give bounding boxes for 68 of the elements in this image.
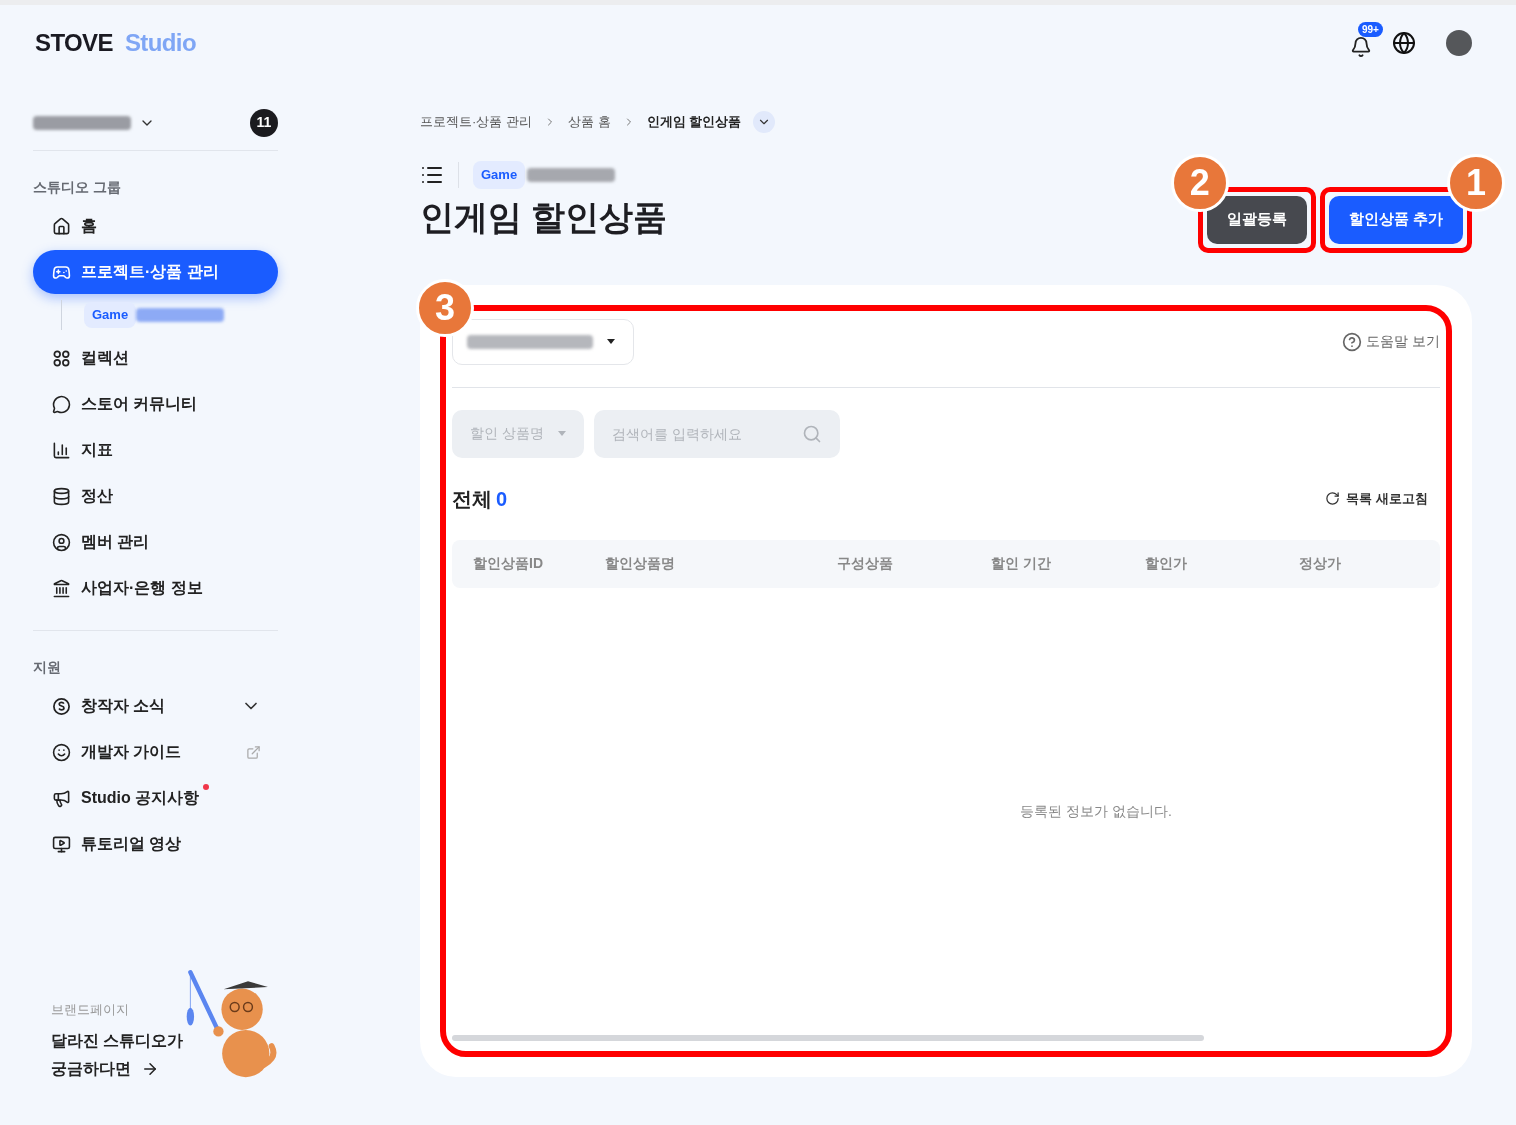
total-label: 전체 <box>452 486 492 512</box>
sidebar-item[interactable]: 멤버 관리 <box>33 520 278 564</box>
megaphone-icon <box>52 788 71 808</box>
callout-number-badge: 3 <box>416 278 474 337</box>
help-link[interactable]: 도움말 보기 <box>1366 331 1440 352</box>
refresh-link[interactable]: 목록 새로고침 <box>1346 488 1428 509</box>
promo-text: 달라진 스튜디오가 <box>51 1031 184 1051</box>
promo-eyebrow: 브랜드페이지 <box>51 1000 130 1019</box>
callout-number-badge: 2 <box>1170 153 1229 212</box>
database-icon <box>52 486 71 506</box>
notification-bell-icon[interactable] <box>1350 36 1372 58</box>
sidebar-item[interactable]: 홈 <box>33 204 278 248</box>
home-icon <box>52 216 71 236</box>
bank-icon <box>52 578 71 598</box>
bar-chart-icon <box>52 440 71 460</box>
column-header: 할인상품명 <box>605 554 676 573</box>
notification-count-badge: 99+ <box>1358 22 1383 37</box>
video-icon <box>52 834 71 854</box>
sidebar-item[interactable]: 창작자 소식 <box>33 684 278 728</box>
sidebar-group-title: 스튜디오 그룹 <box>33 178 121 197</box>
column-header: 할인 기간 <box>991 554 1052 573</box>
column-header: 할인가 <box>1145 554 1188 573</box>
sidebar-item[interactable]: 정산 <box>33 474 278 518</box>
sidebar-group-title: 지원 <box>33 658 61 677</box>
caret-icon <box>607 339 615 344</box>
sidebar-item[interactable]: Studio 공지사항 <box>33 776 278 820</box>
horizontal-scrollbar[interactable] <box>452 1034 1204 1041</box>
studio-count-badge: 11 <box>250 108 278 137</box>
breadcrumb-dropdown-button[interactable] <box>753 111 776 133</box>
sidebar-item[interactable]: 튜토리얼 영상 <box>33 822 278 866</box>
total-count: 0 <box>496 486 508 512</box>
user-circle-icon <box>52 532 71 552</box>
breadcrumb-link[interactable]: 인게임 할인상품 <box>646 112 742 132</box>
smile-icon <box>52 742 71 762</box>
add-button[interactable]: 할인상품 추가 <box>1328 195 1463 244</box>
project-select[interactable] <box>452 318 634 365</box>
coin-icon <box>52 696 71 716</box>
external-link-icon <box>246 744 261 760</box>
refresh-icon <box>1325 491 1341 506</box>
sidebar-item[interactable]: 스토어 커뮤니티 <box>33 382 278 426</box>
empty-message: 등록된 정보가 없습니다. <box>1020 801 1172 821</box>
breadcrumb-link[interactable]: 프로젝트·상품 관리 <box>420 112 532 132</box>
breadcrumb-link[interactable]: 상품 홈 <box>567 112 611 132</box>
column-header: 할인상품ID <box>473 554 544 573</box>
callout-number-badge: 1 <box>1447 153 1505 212</box>
sidebar-item[interactable]: 사업자·은행 정보 <box>33 566 278 610</box>
chat-bubble-icon <box>52 394 71 414</box>
sidebar-item[interactable]: 개발자 가이드 <box>33 730 278 774</box>
column-header: 정상가 <box>1299 554 1342 573</box>
caret-icon <box>558 431 566 436</box>
logo-product: Studio <box>124 28 196 58</box>
avatar[interactable] <box>1446 30 1472 56</box>
sidebar-item[interactable]: 컬렉션 <box>33 336 278 380</box>
arrow-right-icon[interactable] <box>141 1060 159 1078</box>
search-icon <box>802 423 822 444</box>
column-header: 구성상품 <box>837 554 894 573</box>
promo-text: 궁금하다면 <box>51 1059 131 1079</box>
game-tag: Game <box>84 302 137 328</box>
four-circles-icon <box>52 348 71 368</box>
search-field[interactable]: 검색어를 입력하세요 <box>594 409 840 458</box>
sidebar-item[interactable]: 지표 <box>33 428 278 472</box>
sidebar-item[interactable]: 프로젝트·상품 관리 <box>33 250 278 294</box>
globe-icon[interactable] <box>1392 31 1416 55</box>
game-tag: Game <box>473 161 526 189</box>
logo-brand: STOVE <box>35 28 113 58</box>
page-title: 인게임 할인상품 <box>420 196 668 238</box>
help-icon <box>1342 331 1363 352</box>
bulk-register-button[interactable]: 일괄등록 <box>1206 195 1307 244</box>
